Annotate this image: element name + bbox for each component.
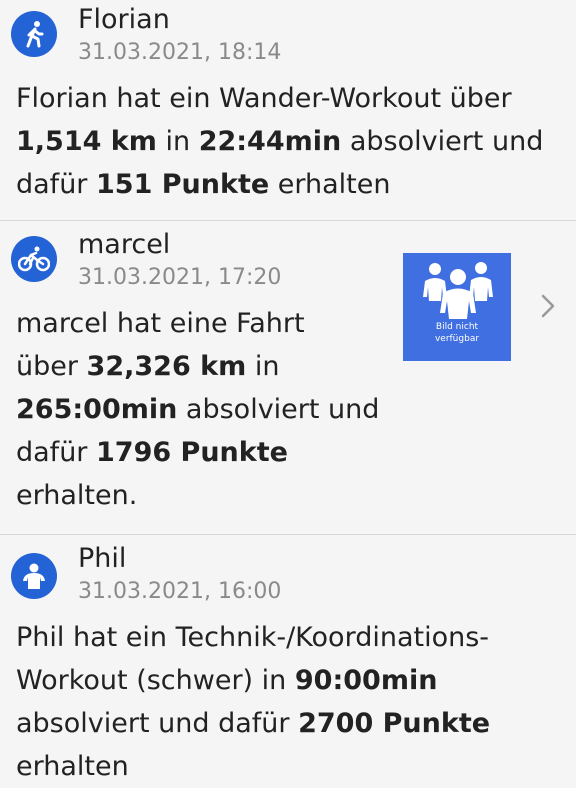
people-placeholder-icon	[423, 262, 493, 319]
timestamp: 31.03.2021, 18:14	[78, 40, 282, 65]
description-line: erhalten	[16, 751, 129, 782]
activity-description: marcel hat eine Fahrt über 32,326 km in …	[16, 302, 379, 517]
timestamp: 31.03.2021, 17:20	[78, 265, 282, 290]
hiking-icon	[11, 11, 57, 57]
feed-item[interactable]: marcel 31.03.2021, 17:20 marcel hat eine…	[0, 221, 576, 535]
feed-item[interactable]: Florian 31.03.2021, 18:14 Florian hat ei…	[0, 0, 576, 221]
description-line: Workout (schwer) in 90:00min	[16, 665, 438, 696]
description-line: absolviert und dafür 2700 Punkte	[16, 708, 491, 739]
feed-item[interactable]: Phil 31.03.2021, 16:00 Phil hat ein Tech…	[0, 535, 576, 782]
person-icon	[11, 553, 57, 599]
timestamp: 31.03.2021, 16:00	[78, 579, 282, 604]
activity-description: Florian hat ein Wander-Workout über 1,51…	[16, 77, 543, 206]
description-line: Florian hat ein Wander-Workout über	[16, 83, 512, 114]
user-name: Florian	[78, 4, 170, 35]
description-line: 1,514 km in 22:44min absolviert und	[16, 126, 544, 157]
activity-description: Phil hat ein Technik-/Koordinations- Wor…	[16, 616, 490, 788]
user-name: marcel	[78, 229, 171, 260]
description-line: dafür 151 Punkte erhalten	[16, 169, 391, 200]
description-line: marcel hat eine Fahrt	[16, 308, 305, 339]
user-name: Phil	[78, 543, 127, 574]
description-line: dafür 1796 Punkte	[16, 437, 288, 468]
bicycle-icon	[11, 236, 57, 282]
thumbnail-label: Bild nicht verfügbar	[434, 322, 480, 344]
description-line: Phil hat ein Technik-/Koordinations-	[16, 622, 490, 653]
description-line: erhalten.	[16, 480, 138, 511]
description-line: 265:00min absolviert und	[16, 394, 380, 425]
activity-thumbnail[interactable]: Bild nicht verfügbar	[403, 253, 511, 361]
description-line: über 32,326 km in	[16, 351, 280, 382]
chevron-right-icon[interactable]	[540, 293, 556, 323]
activity-feed: Florian 31.03.2021, 18:14 Florian hat ei…	[0, 0, 576, 782]
